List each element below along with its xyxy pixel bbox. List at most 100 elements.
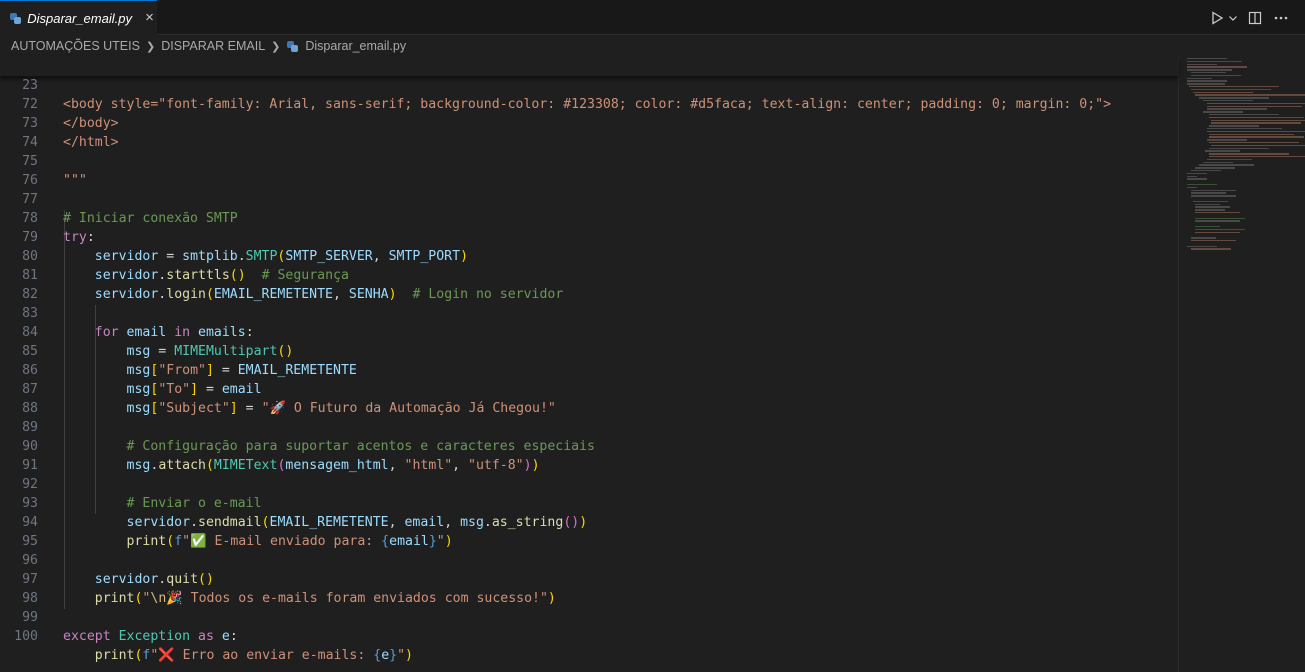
minimap-line: [1191, 74, 1241, 77]
breadcrumb-folder[interactable]: DISPARAR EMAIL: [161, 39, 265, 53]
code-line: 98: [0, 570, 1178, 606]
code-line: 87 msg["Subject"] = "🚀 O Futuro da Autom…: [0, 361, 1178, 416]
breadcrumb: AUTOMAÇÕES UTEIS ❯ DISPARAR EMAIL ❯ Disp…: [0, 35, 1305, 57]
code-editor[interactable]: 23 <body style="font-family: Arial, sans…: [0, 57, 1178, 672]
minimap-line: [1193, 200, 1228, 203]
minimap-line: [1209, 114, 1279, 116]
split-editor-icon[interactable]: [1245, 8, 1265, 28]
minimap-line: [1203, 100, 1253, 102]
minimap[interactable]: [1178, 57, 1305, 672]
code-line: 93 servidor.sendmail(EMAIL_REMETENTE, em…: [0, 475, 1178, 530]
minimap-line: [1191, 170, 1221, 172]
minimap-line: [1191, 192, 1226, 194]
code-line: 83 for email in emails:: [0, 285, 1178, 340]
minimap-line: [1209, 142, 1299, 144]
minimap-line: [1191, 195, 1236, 197]
python-file-icon: [9, 12, 21, 25]
line-number: 23: [22, 78, 38, 93]
minimap-line: [1209, 153, 1289, 155]
minimap-line: [1203, 161, 1233, 163]
minimap-line: [1187, 69, 1232, 71]
minimap-line: [1187, 63, 1217, 65]
minimap-line: [1207, 158, 1252, 161]
minimap-line: [1187, 245, 1217, 247]
code-line: 88: [0, 380, 1178, 416]
minimap-line: [1209, 116, 1304, 119]
minimap-line: [1195, 203, 1220, 205]
code-line: 97 print("\n🎉 Todos os e-mails foram env…: [0, 551, 1178, 606]
minimap-line: [1187, 60, 1242, 63]
breadcrumb-file-label: Disparar_email.py: [305, 39, 407, 53]
minimap-line: [1191, 72, 1226, 74]
breadcrumb-folder-root[interactable]: AUTOMAÇÕES UTEIS: [11, 39, 140, 53]
python-file-icon: [286, 40, 299, 53]
minimap-line: [1203, 111, 1243, 113]
sticky-scroll-line[interactable]: 23 <body style="font-family: Arial, sans…: [0, 57, 1178, 112]
minimap-line: [1209, 125, 1259, 127]
minimap-line: [1209, 147, 1269, 149]
minimap-line: [1187, 77, 1212, 79]
minimap-line: [1209, 136, 1304, 138]
minimap-line: [1205, 150, 1240, 152]
minimap-line: [1187, 172, 1207, 175]
tab-disparar-email[interactable]: Disparar_email.py ×: [0, 0, 157, 35]
code-line: 91: [0, 437, 1178, 473]
minimap-line: [1195, 167, 1235, 169]
code-line: 75 """: [0, 133, 1178, 188]
editor-actions: [1207, 0, 1291, 35]
tab-bar: Disparar_email.py ×: [0, 0, 1305, 35]
minimap-line: [1187, 186, 1197, 189]
minimap-line: [1195, 220, 1240, 222]
minimap-line: [1211, 144, 1305, 147]
code-line: 79 servidor = smtplib.SMTP(SMTP_SERVER, …: [0, 209, 1178, 264]
code-line: 84 msg = MIMEMultipart(): [0, 304, 1178, 359]
minimap-line: [1187, 83, 1225, 85]
minimap-line: [1209, 156, 1305, 158]
more-icon[interactable]: [1271, 8, 1291, 28]
minimap-line: [1187, 184, 1217, 186]
minimap-line: [1195, 231, 1240, 233]
code-line: 90 msg.attach(MIMEText(mensagem_html, "h…: [0, 418, 1178, 473]
chevron-down-icon[interactable]: [1227, 8, 1239, 28]
code-line: 100 print(f"❌ Erro ao enviar e-mails: {e…: [0, 608, 1178, 663]
minimap-line: [1195, 94, 1305, 96]
minimap-line: [1195, 226, 1220, 228]
editor-window: Disparar_email.py × AUTOMAÇÕES UTEIS ❯ D…: [0, 0, 1305, 672]
minimap-line: [1207, 139, 1247, 141]
minimap-line: [1191, 240, 1236, 242]
tab-label: Disparar_email.py: [27, 10, 132, 26]
code-line: 94 print(f"✅ E-mail enviado para: {email…: [0, 494, 1178, 549]
minimap-line: [1191, 237, 1216, 239]
code-line: 74: [0, 114, 1178, 150]
run-icon[interactable]: [1207, 8, 1227, 28]
minimap-line: [1211, 122, 1301, 124]
code-line: 95: [0, 513, 1178, 549]
code-line: 81 servidor.login(EMAIL_REMETENTE, SENHA…: [0, 247, 1178, 302]
minimap-line: [1199, 164, 1254, 166]
code-line: <body style="font-family: Arial, sans-se…: [63, 97, 1112, 112]
minimap-line: [1207, 128, 1282, 130]
code-line: 78 try:: [0, 190, 1178, 245]
chevron-right-icon: ❯: [271, 40, 281, 53]
code-line: 96 servidor.quit(): [0, 532, 1178, 587]
minimap-line: [1191, 88, 1271, 91]
minimap-line: [1207, 105, 1302, 107]
minimap-line: [1207, 102, 1305, 105]
minimap-line: [1195, 228, 1245, 231]
code-line: 72 </body>: [0, 76, 1178, 131]
minimap-line: [1191, 248, 1231, 250]
code-line: 89 # Configuração para suportar acentos …: [0, 399, 1178, 454]
code-line: 76: [0, 152, 1178, 188]
close-icon[interactable]: ×: [142, 10, 157, 26]
minimap-line: [1195, 206, 1230, 208]
minimap-line: [1187, 66, 1247, 68]
minimap-line: [1211, 119, 1305, 121]
code-line: 85 msg["From"] = EMAIL_REMETENTE: [0, 323, 1178, 378]
minimap-line: [1195, 212, 1240, 214]
breadcrumb-file[interactable]: Disparar_email.py: [286, 39, 406, 53]
minimap-line: [1189, 86, 1279, 88]
code-line: 82: [0, 266, 1178, 302]
minimap-line: [1187, 175, 1197, 177]
minimap-line: [1209, 133, 1294, 135]
line-number: 100: [14, 629, 38, 644]
